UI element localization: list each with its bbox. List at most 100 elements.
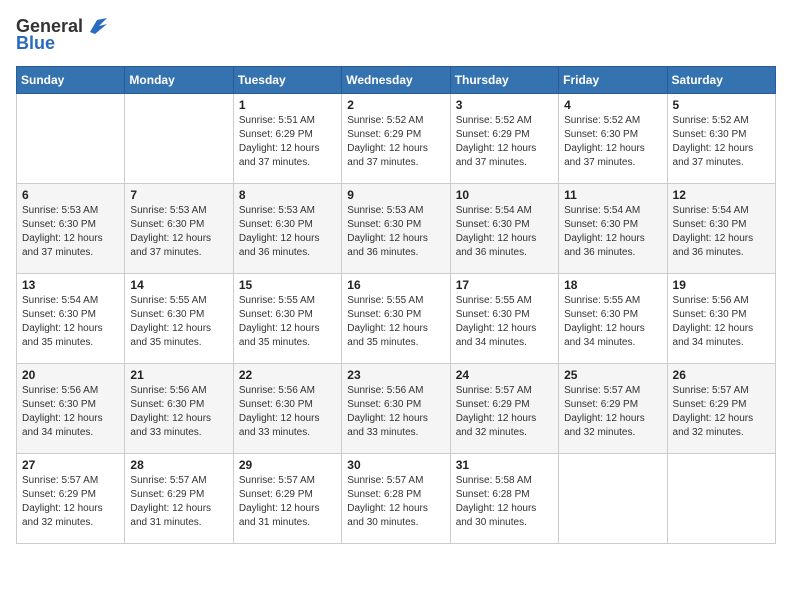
day-info: Sunrise: 5:53 AM Sunset: 6:30 PM Dayligh…	[347, 204, 444, 260]
day-info: Sunrise: 5:57 AM Sunset: 6:29 PM Dayligh…	[22, 474, 119, 530]
calendar-day-cell: 2 Sunrise: 5:52 AM Sunset: 6:29 PM Daylig…	[342, 94, 450, 184]
calendar-week-row: 1 Sunrise: 5:51 AM Sunset: 6:29 PM Daylig…	[17, 94, 776, 184]
day-number: 16	[347, 278, 444, 292]
weekday-header-cell: Tuesday	[233, 67, 341, 94]
logo-bird-icon	[85, 18, 107, 34]
calendar-day-cell: 15 Sunrise: 5:55 AM Sunset: 6:30 PM Dayli…	[233, 274, 341, 364]
day-info: Sunrise: 5:57 AM Sunset: 6:29 PM Dayligh…	[673, 384, 770, 440]
day-info: Sunrise: 5:54 AM Sunset: 6:30 PM Dayligh…	[22, 294, 119, 350]
day-number: 8	[239, 188, 336, 202]
day-number: 20	[22, 368, 119, 382]
day-info: Sunrise: 5:58 AM Sunset: 6:28 PM Dayligh…	[456, 474, 553, 530]
calendar-day-cell: 27 Sunrise: 5:57 AM Sunset: 6:29 PM Dayli…	[17, 454, 125, 544]
day-number: 12	[673, 188, 770, 202]
calendar-day-cell: 19 Sunrise: 5:56 AM Sunset: 6:30 PM Dayli…	[667, 274, 775, 364]
weekday-header-cell: Monday	[125, 67, 233, 94]
day-number: 15	[239, 278, 336, 292]
day-number: 9	[347, 188, 444, 202]
calendar-day-cell	[559, 454, 667, 544]
day-info: Sunrise: 5:56 AM Sunset: 6:30 PM Dayligh…	[673, 294, 770, 350]
calendar-day-cell: 30 Sunrise: 5:57 AM Sunset: 6:28 PM Dayli…	[342, 454, 450, 544]
weekday-header-cell: Sunday	[17, 67, 125, 94]
day-number: 4	[564, 98, 661, 112]
calendar-day-cell: 5Sunrise: 5:52 AM Sunset: 6:30 PM Daylig…	[667, 94, 775, 184]
calendar-day-cell: 17 Sunrise: 5:55 AM Sunset: 6:30 PM Dayli…	[450, 274, 558, 364]
day-number: 2	[347, 98, 444, 112]
calendar-day-cell: 1 Sunrise: 5:51 AM Sunset: 6:29 PM Daylig…	[233, 94, 341, 184]
day-number: 11	[564, 188, 661, 202]
calendar-day-cell: 22 Sunrise: 5:56 AM Sunset: 6:30 PM Dayli…	[233, 364, 341, 454]
calendar-day-cell: 11 Sunrise: 5:54 AM Sunset: 6:30 PM Dayli…	[559, 184, 667, 274]
day-info: Sunrise: 5:55 AM Sunset: 6:30 PM Dayligh…	[456, 294, 553, 350]
calendar-day-cell: 4 Sunrise: 5:52 AM Sunset: 6:30 PM Daylig…	[559, 94, 667, 184]
day-number: 14	[130, 278, 227, 292]
day-info: Sunrise: 5:54 AM Sunset: 6:30 PM Dayligh…	[564, 204, 661, 260]
day-info: Sunrise: 5:56 AM Sunset: 6:30 PM Dayligh…	[347, 384, 444, 440]
day-info: Sunrise: 5:57 AM Sunset: 6:29 PM Dayligh…	[130, 474, 227, 530]
day-info: Sunrise: 5:57 AM Sunset: 6:29 PM Dayligh…	[564, 384, 661, 440]
calendar-day-cell: 18 Sunrise: 5:55 AM Sunset: 6:30 PM Dayli…	[559, 274, 667, 364]
day-number: 26	[673, 368, 770, 382]
calendar-day-cell	[667, 454, 775, 544]
day-info: Sunrise: 5:55 AM Sunset: 6:30 PM Dayligh…	[347, 294, 444, 350]
day-number: 19	[673, 278, 770, 292]
weekday-header-cell: Thursday	[450, 67, 558, 94]
day-info: Sunrise: 5:57 AM Sunset: 6:29 PM Dayligh…	[456, 384, 553, 440]
calendar-day-cell: 23 Sunrise: 5:56 AM Sunset: 6:30 PM Dayli…	[342, 364, 450, 454]
calendar-day-cell: 28 Sunrise: 5:57 AM Sunset: 6:29 PM Dayli…	[125, 454, 233, 544]
weekday-header-cell: Wednesday	[342, 67, 450, 94]
day-number: 1	[239, 98, 336, 112]
day-number: 3	[456, 98, 553, 112]
day-number: 23	[347, 368, 444, 382]
day-number: 31	[456, 458, 553, 472]
day-info: Sunrise: 5:56 AM Sunset: 6:30 PM Dayligh…	[22, 384, 119, 440]
day-info: Sunrise: 5:52 AM Sunset: 6:30 PM Dayligh…	[673, 114, 770, 170]
calendar-day-cell: 20 Sunrise: 5:56 AM Sunset: 6:30 PM Dayli…	[17, 364, 125, 454]
calendar-day-cell: 9 Sunrise: 5:53 AM Sunset: 6:30 PM Daylig…	[342, 184, 450, 274]
day-number: 17	[456, 278, 553, 292]
day-number: 6	[22, 188, 119, 202]
calendar-day-cell: 13 Sunrise: 5:54 AM Sunset: 6:30 PM Dayli…	[17, 274, 125, 364]
header: General Blue	[16, 16, 776, 54]
day-number: 22	[239, 368, 336, 382]
day-number: 29	[239, 458, 336, 472]
day-number: 28	[130, 458, 227, 472]
day-info: Sunrise: 5:52 AM Sunset: 6:30 PM Dayligh…	[564, 114, 661, 170]
day-info: Sunrise: 5:52 AM Sunset: 6:29 PM Dayligh…	[347, 114, 444, 170]
calendar-week-row: 6 Sunrise: 5:53 AM Sunset: 6:30 PM Daylig…	[17, 184, 776, 274]
day-info: Sunrise: 5:53 AM Sunset: 6:30 PM Dayligh…	[239, 204, 336, 260]
day-info: Sunrise: 5:51 AM Sunset: 6:29 PM Dayligh…	[239, 114, 336, 170]
day-info: Sunrise: 5:54 AM Sunset: 6:30 PM Dayligh…	[673, 204, 770, 260]
day-number: 27	[22, 458, 119, 472]
calendar-day-cell: 16 Sunrise: 5:55 AM Sunset: 6:30 PM Dayli…	[342, 274, 450, 364]
calendar: SundayMondayTuesdayWednesdayThursdayFrid…	[16, 66, 776, 544]
day-number: 7	[130, 188, 227, 202]
day-info: Sunrise: 5:56 AM Sunset: 6:30 PM Dayligh…	[239, 384, 336, 440]
calendar-day-cell: 6Sunrise: 5:53 AM Sunset: 6:30 PM Daylig…	[17, 184, 125, 274]
calendar-day-cell	[125, 94, 233, 184]
calendar-body: 1 Sunrise: 5:51 AM Sunset: 6:29 PM Daylig…	[17, 94, 776, 544]
day-number: 25	[564, 368, 661, 382]
day-info: Sunrise: 5:55 AM Sunset: 6:30 PM Dayligh…	[130, 294, 227, 350]
day-info: Sunrise: 5:57 AM Sunset: 6:28 PM Dayligh…	[347, 474, 444, 530]
day-info: Sunrise: 5:55 AM Sunset: 6:30 PM Dayligh…	[239, 294, 336, 350]
calendar-day-cell: 14 Sunrise: 5:55 AM Sunset: 6:30 PM Dayli…	[125, 274, 233, 364]
calendar-week-row: 13 Sunrise: 5:54 AM Sunset: 6:30 PM Dayli…	[17, 274, 776, 364]
weekday-header-cell: Friday	[559, 67, 667, 94]
calendar-day-cell: 24Sunrise: 5:57 AM Sunset: 6:29 PM Dayli…	[450, 364, 558, 454]
calendar-day-cell: 8 Sunrise: 5:53 AM Sunset: 6:30 PM Daylig…	[233, 184, 341, 274]
calendar-day-cell: 7Sunrise: 5:53 AM Sunset: 6:30 PM Daylig…	[125, 184, 233, 274]
day-number: 13	[22, 278, 119, 292]
calendar-day-cell: 29 Sunrise: 5:57 AM Sunset: 6:29 PM Dayli…	[233, 454, 341, 544]
day-number: 18	[564, 278, 661, 292]
calendar-week-row: 20 Sunrise: 5:56 AM Sunset: 6:30 PM Dayli…	[17, 364, 776, 454]
day-info: Sunrise: 5:57 AM Sunset: 6:29 PM Dayligh…	[239, 474, 336, 530]
day-number: 30	[347, 458, 444, 472]
day-info: Sunrise: 5:52 AM Sunset: 6:29 PM Dayligh…	[456, 114, 553, 170]
day-info: Sunrise: 5:55 AM Sunset: 6:30 PM Dayligh…	[564, 294, 661, 350]
calendar-day-cell: 10Sunrise: 5:54 AM Sunset: 6:30 PM Dayli…	[450, 184, 558, 274]
calendar-day-cell: 31 Sunrise: 5:58 AM Sunset: 6:28 PM Dayli…	[450, 454, 558, 544]
weekday-header-row: SundayMondayTuesdayWednesdayThursdayFrid…	[17, 67, 776, 94]
day-info: Sunrise: 5:54 AM Sunset: 6:30 PM Dayligh…	[456, 204, 553, 260]
calendar-day-cell: 21Sunrise: 5:56 AM Sunset: 6:30 PM Dayli…	[125, 364, 233, 454]
